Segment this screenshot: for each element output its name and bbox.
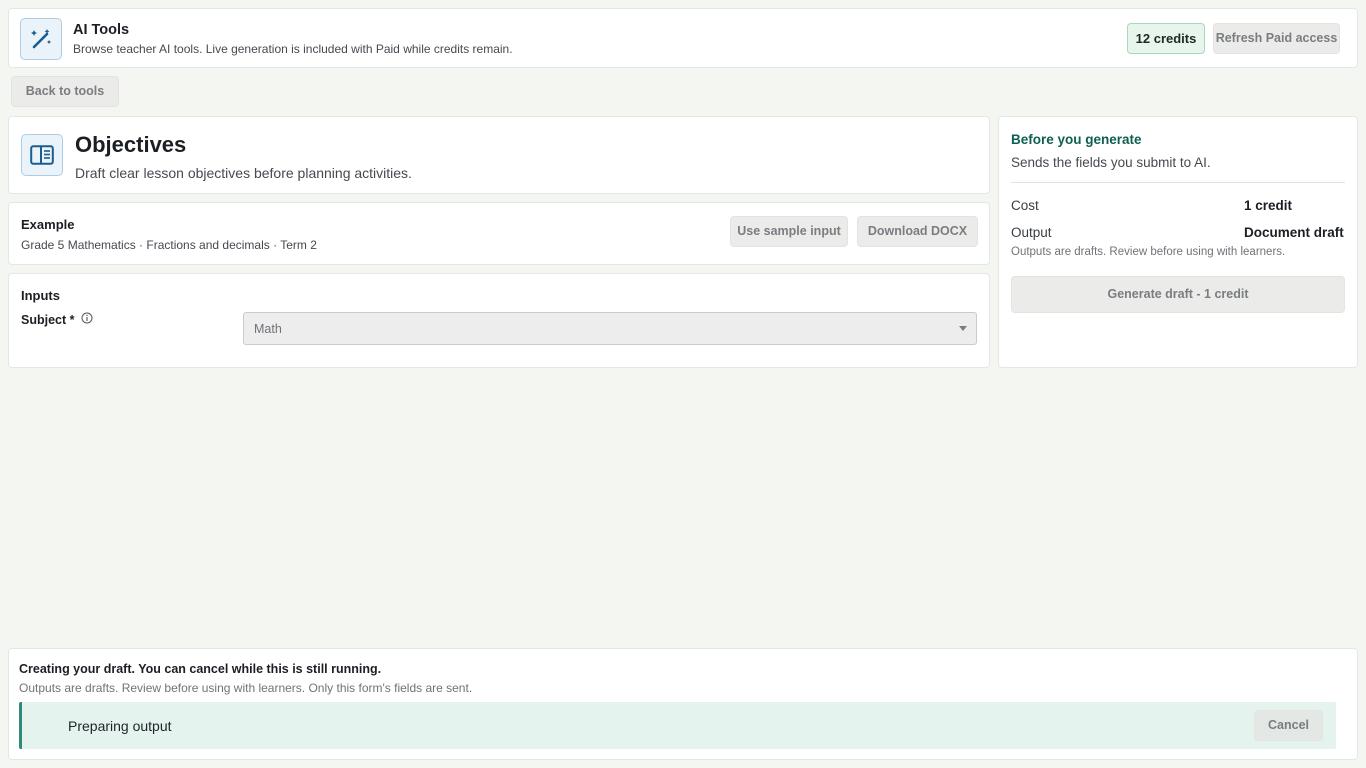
page-title: Objectives (75, 132, 187, 157)
subject-label-text: Subject * (21, 312, 75, 327)
app-subtitle: Browse teacher AI tools. Live generation… (73, 42, 513, 56)
info-icon[interactable] (81, 312, 93, 327)
cost-label: Cost (1011, 198, 1039, 213)
generate-description: Sends the fields you submit to AI. (1011, 155, 1211, 170)
generate-draft-button[interactable]: Generate draft - 1 credit (1011, 276, 1345, 313)
generation-status-card: Creating your draft. You can cancel whil… (8, 648, 1358, 760)
tool-header-card: Objectives Draft clear lesson objectives… (8, 116, 990, 194)
credits-badge: 12 credits (1127, 23, 1205, 54)
back-to-tools-button[interactable]: Back to tools (11, 76, 119, 107)
caret-down-icon (959, 326, 967, 331)
book-icon (21, 134, 63, 176)
subject-select[interactable]: Math (243, 312, 977, 345)
app-header: AI Tools Browse teacher AI tools. Live g… (8, 8, 1358, 68)
download-docx-button[interactable]: Download DOCX (857, 216, 978, 247)
example-description: Grade 5 Mathematics · Fractions and deci… (21, 238, 317, 252)
refresh-paid-access-button[interactable]: Refresh Paid access (1213, 23, 1340, 54)
generate-summary-card: Before you generate Sends the fields you… (998, 116, 1358, 368)
page-description: Draft clear lesson objectives before pla… (75, 165, 412, 181)
status-title: Creating your draft. You can cancel whil… (19, 662, 382, 676)
subject-label: Subject * (21, 312, 93, 327)
progress-text: Preparing output (68, 718, 172, 734)
progress-panel: Preparing output Cancel (19, 702, 1336, 749)
cancel-button[interactable]: Cancel (1254, 710, 1323, 741)
generate-note: Outputs are drafts. Review before using … (1011, 246, 1286, 258)
cost-value: 1 credit (1244, 198, 1293, 213)
magic-wand-icon (20, 18, 62, 60)
example-title: Example (21, 217, 75, 232)
inputs-title: Inputs (21, 288, 60, 303)
output-label: Output (1011, 225, 1052, 240)
use-sample-input-button[interactable]: Use sample input (730, 216, 848, 247)
app-title: AI Tools (73, 22, 130, 38)
divider (1011, 182, 1345, 183)
inputs-card: Inputs Subject * Math (8, 273, 990, 368)
output-value: Document draft (1244, 225, 1344, 240)
status-note: Outputs are drafts. Review before using … (19, 681, 473, 695)
generate-title: Before you generate (1011, 132, 1142, 147)
example-card: Example Grade 5 Mathematics · Fractions … (8, 202, 990, 265)
subject-select-value: Math (254, 321, 282, 336)
